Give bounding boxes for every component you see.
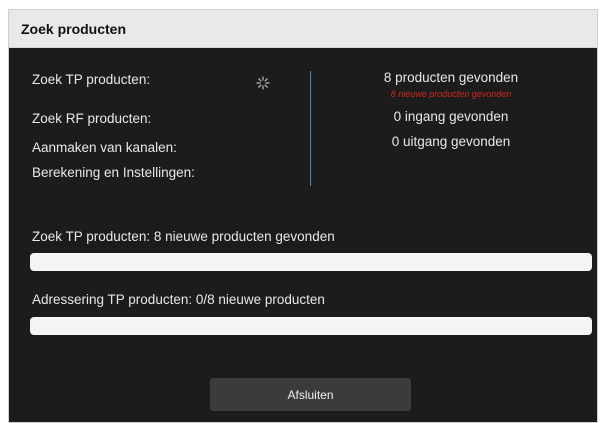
inputs-found-text: 0 ingang gevonden <box>393 109 509 124</box>
progress-label-search: Zoek TP producten: 8 nieuwe producten ge… <box>32 229 335 244</box>
progress-bar-addressing <box>30 317 592 335</box>
column-divider <box>310 71 311 186</box>
loading-spinner-icon <box>256 76 270 90</box>
step-label-rf: Zoek RF producten: <box>32 111 152 126</box>
products-found-text: 8 producten gevonden <box>383 70 519 85</box>
progress-label-addressing: Adressering TP producten: 0/8 nieuwe pro… <box>32 292 325 307</box>
step-label-settings: Berekening en Instellingen: <box>32 165 195 180</box>
new-products-found-text: 8 nieuwe producten gevonden <box>390 89 512 99</box>
step-label-channels: Aanmaken van kanalen: <box>32 140 177 155</box>
dialog-titlebar: Zoek producten <box>9 10 597 48</box>
dialog-title: Zoek producten <box>21 20 127 37</box>
progress-bar-search <box>30 253 592 271</box>
close-button[interactable]: Afsluiten <box>210 378 411 411</box>
step-label-tp: Zoek TP producten: <box>32 72 151 87</box>
outputs-found-text: 0 uitgang gevonden <box>391 134 511 149</box>
search-products-dialog: Zoek producten Zoek TP producten: Zoek R… <box>8 9 598 423</box>
